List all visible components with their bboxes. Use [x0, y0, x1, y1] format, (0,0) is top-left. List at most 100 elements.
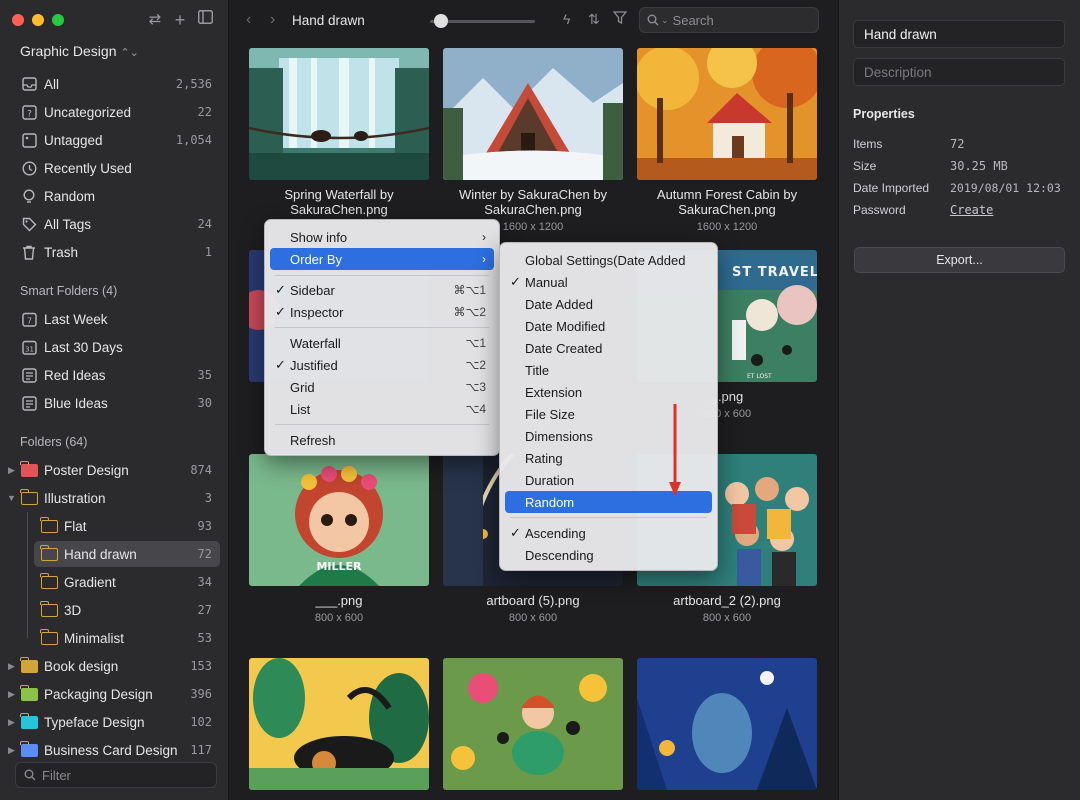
thumbnail-garden-girl[interactable] — [443, 658, 623, 790]
thumbnail-cat-jungle[interactable] — [249, 658, 429, 790]
prop-key: Size — [853, 159, 877, 173]
inbox-icon — [20, 75, 38, 93]
calendar-day: 7 — [27, 316, 32, 325]
inspector: Hand drawn Description Properties Items … — [838, 0, 1080, 800]
lightning-icon[interactable]: ϟ — [563, 11, 570, 27]
sort-icon[interactable]: ⇅ — [588, 11, 600, 28]
forward-icon[interactable]: › — [270, 11, 275, 29]
prop-value: 72 — [950, 137, 965, 151]
filter-input[interactable]: Filter — [15, 762, 217, 788]
menu-item-order-by[interactable]: Order By › — [270, 248, 494, 270]
sidebar-item-red-ideas[interactable]: Red Ideas 35 — [14, 362, 220, 388]
checkmark-icon: ✓ — [275, 357, 286, 372]
thumbnail-spring-waterfall[interactable] — [249, 48, 429, 180]
submenu-item-ascending[interactable]: ✓ Ascending — [505, 522, 712, 544]
sidebar-folder-minimalist[interactable]: Minimalist 53 — [34, 625, 220, 651]
sidebar-item-all-tags[interactable]: All Tags 24 — [14, 211, 220, 237]
svg-text:ET LOST: ET LOST — [747, 373, 772, 380]
thumbnail-night-forest[interactable] — [637, 658, 817, 790]
create-password-link[interactable]: Create — [950, 203, 993, 217]
close-window-button[interactable] — [12, 14, 24, 26]
sidebar-folder-typeface-design[interactable]: Typeface Design 102 — [14, 709, 220, 735]
submenu-item-manual[interactable]: ✓ Manual — [505, 271, 712, 293]
filter-icon[interactable] — [612, 11, 628, 27]
sidebar-item-random[interactable]: Random — [14, 183, 220, 209]
sidebar-folder-business-card-design[interactable]: Business Card Design 117 — [14, 737, 220, 763]
back-icon[interactable]: ‹ — [246, 11, 251, 29]
sidebar-folder-3d[interactable]: 3D 27 — [34, 597, 220, 623]
menu-item-justified[interactable]: ✓ Justified ⌥2 — [270, 354, 494, 376]
thumbnail-caption: Spring Waterfall by SakuraChen.png — [284, 187, 394, 217]
search-input[interactable]: ⌄ Search — [639, 7, 819, 33]
sidebar-item-untagged[interactable]: Untagged 1,054 — [14, 127, 220, 153]
trash-icon — [20, 243, 38, 261]
sidebar-toggle-icon[interactable] — [195, 10, 215, 30]
search-icon — [24, 769, 36, 781]
thumbnail-miller[interactable]: MILLER — [249, 454, 429, 586]
folder-icon — [40, 572, 58, 591]
prop-key: Date Imported — [853, 181, 930, 195]
sidebar-folder-gradient[interactable]: Gradient 34 — [34, 569, 220, 595]
sidebar-item-last-week[interactable]: 7 Last Week — [14, 306, 220, 332]
sidebar-item-all[interactable]: All 2,536 — [14, 71, 220, 97]
menu-item-waterfall[interactable]: Waterfall ⌥1 — [270, 332, 494, 354]
smart-folder-icon — [20, 366, 38, 384]
clock-icon — [20, 159, 38, 177]
sidebar-item-uncategorized[interactable]: ? Uncategorized 22 — [14, 99, 220, 125]
folder-icon — [20, 460, 38, 479]
sidebar-item-blue-ideas[interactable]: Blue Ideas 30 — [14, 390, 220, 416]
sidebar-folder-hand-drawn[interactable]: Hand drawn 72 — [34, 541, 220, 567]
sidebar-item-last-30-days[interactable]: 31 Last 30 Days — [14, 334, 220, 360]
submenu-item-date-modified[interactable]: Date Modified — [505, 315, 712, 337]
menu-item-sidebar[interactable]: ✓ Sidebar ⌘⌥1 — [270, 279, 494, 301]
sidebar-item-recently-used[interactable]: Recently Used — [14, 155, 220, 181]
lightbulb-icon — [20, 187, 38, 205]
menu-item-grid[interactable]: Grid ⌥3 — [270, 376, 494, 398]
library-switcher[interactable]: Graphic Design ⌃⌄ — [20, 43, 139, 59]
zoom-slider-knob[interactable] — [434, 14, 448, 28]
thumbnail-caption: Autumn Forest Cabin by SakuraChen.png — [656, 187, 798, 217]
menu-item-inspector[interactable]: ✓ Inspector ⌘⌥2 — [270, 301, 494, 323]
swap-icon[interactable]: ⇄ — [145, 10, 165, 30]
zoom-window-button[interactable] — [52, 14, 64, 26]
sidebar-folder-poster-design[interactable]: Poster Design 874 — [14, 457, 220, 483]
add-icon[interactable]: + — [170, 10, 190, 30]
thumbnail-caption: artboard_2 (2).png — [673, 593, 781, 608]
prop-value: 2019/08/01 12:03 — [950, 181, 1061, 195]
submenu-item-global-settings[interactable]: Global Settings(Date Added — [505, 249, 712, 271]
thumbnail-dimensions: 1600 x 1200 — [696, 221, 758, 233]
svg-text:MILLER: MILLER — [316, 560, 362, 573]
context-menu: Show info › Order By › ✓ Sidebar ⌘⌥1 ✓ I… — [264, 219, 500, 456]
menu-item-show-info[interactable]: Show info › — [270, 226, 494, 248]
submenu-item-title[interactable]: Title — [505, 359, 712, 381]
thumbnail-winter[interactable] — [443, 48, 623, 180]
folder-icon — [20, 740, 38, 759]
menu-separator — [275, 424, 489, 425]
description-field[interactable]: Description — [853, 58, 1065, 86]
calendar-icon: 7 — [20, 310, 38, 328]
calendar-day: 31 — [25, 345, 34, 353]
folder-name-field[interactable]: Hand drawn — [853, 20, 1065, 48]
sidebar: ⇄ + Graphic Design ⌃⌄ All 2,536 ? Uncate… — [0, 0, 229, 800]
sidebar-folder-illustration[interactable]: Illustration 3 — [14, 485, 220, 511]
submenu-item-descending[interactable]: Descending — [505, 544, 712, 566]
submenu-item-extension[interactable]: Extension — [505, 381, 712, 403]
sidebar-folder-packaging-design[interactable]: Packaging Design 396 — [14, 681, 220, 707]
thumbnail-caption: ___.png — [315, 593, 363, 608]
thumbnail-autumn-forest-cabin[interactable] — [637, 48, 817, 180]
checkmark-icon: ✓ — [510, 525, 521, 540]
menu-item-list[interactable]: List ⌥4 — [270, 398, 494, 420]
menu-item-refresh[interactable]: Refresh — [270, 429, 494, 451]
folder-title: Hand drawn — [292, 13, 365, 28]
submenu-item-date-created[interactable]: Date Created — [505, 337, 712, 359]
checkmark-icon: ✓ — [275, 304, 286, 319]
submenu-item-date-added[interactable]: Date Added — [505, 293, 712, 315]
export-button[interactable]: Export... — [854, 247, 1065, 273]
sidebar-item-trash[interactable]: Trash 1 — [14, 239, 220, 265]
folder-icon — [40, 544, 58, 563]
sidebar-folder-flat[interactable]: Flat 93 — [34, 513, 220, 539]
minimize-window-button[interactable] — [32, 14, 44, 26]
sidebar-folder-book-design[interactable]: Book design 153 — [14, 653, 220, 679]
smart-folder-icon — [20, 394, 38, 412]
checkmark-icon: ✓ — [510, 274, 521, 289]
